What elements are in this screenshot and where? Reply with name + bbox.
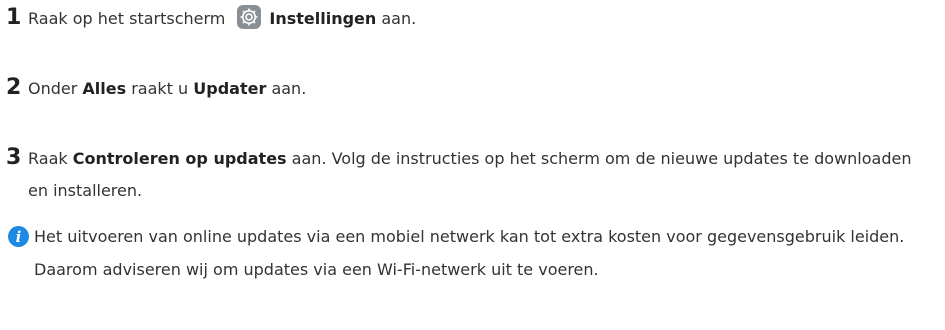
step-text-after: aan.	[266, 79, 307, 98]
settings-label: Instellingen	[269, 9, 377, 28]
updater-label: Updater	[193, 79, 267, 98]
step-text: Raak op het startscherm Instellingen aan.	[28, 3, 416, 35]
step-1: 1 Raak op het startscherm Instellingen aa…	[6, 3, 416, 35]
step-text-after: aan.	[376, 9, 417, 28]
step-number: 2	[6, 75, 22, 100]
step-text-middle: raakt u	[126, 79, 194, 98]
step-text: Raak Controleren op updates aan. Volg de…	[28, 143, 928, 207]
info-note: i Het uitvoeren van online updates via e…	[8, 220, 938, 286]
step-2: 2 Onder Alles raakt u Updater aan.	[6, 73, 306, 105]
check-updates-label: Controleren op updates	[72, 149, 287, 168]
step-text-before: Raak	[28, 149, 73, 168]
settings-gear-icon	[237, 4, 262, 29]
info-icon: i	[8, 226, 29, 247]
step-number: 3	[6, 145, 22, 170]
step-number: 1	[6, 5, 22, 30]
all-label: Alles	[82, 79, 127, 98]
step-text-before: Onder	[28, 79, 83, 98]
step-text-before: Raak op het startscherm	[28, 9, 226, 28]
note-text: Het uitvoeren van online updates via een…	[34, 227, 905, 279]
step-text: Onder Alles raakt u Updater aan.	[28, 73, 306, 105]
step-3: 3 Raak Controleren op updates aan. Volg …	[6, 143, 928, 207]
